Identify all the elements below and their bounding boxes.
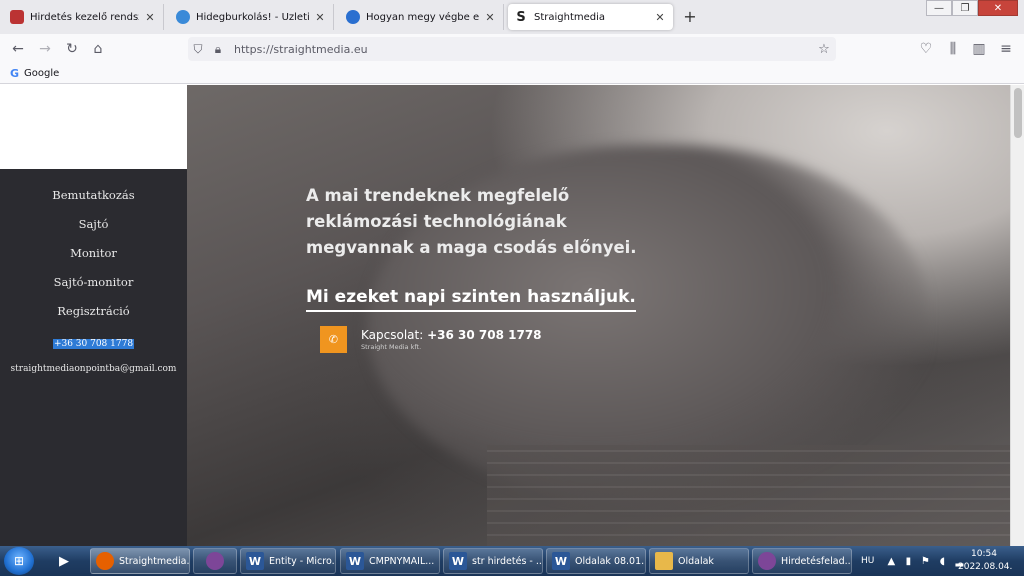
nav-item-sajto[interactable]: Sajtó — [0, 217, 187, 231]
shield-icon[interactable]: ⛉ — [188, 42, 208, 57]
google-icon: G — [10, 67, 20, 80]
word-icon: W — [246, 552, 264, 570]
system-clock[interactable]: 10:54 2022.08.04. — [958, 548, 1013, 574]
globe-favicon-icon — [176, 10, 190, 24]
folder-icon — [655, 552, 673, 570]
browser-tab[interactable]: Hirdetés kezelő rendszer webol ✕ — [4, 4, 164, 30]
browser-tab-active[interactable]: S Straightmedia ✕ — [508, 4, 673, 30]
forward-icon[interactable]: → — [35, 39, 55, 59]
hero-headline: A mai trendeknek megfelelő reklámozási t… — [306, 186, 637, 257]
sidebar-phone[interactable]: +36 30 708 1778 — [0, 335, 187, 349]
close-tab-icon[interactable]: ✕ — [653, 11, 667, 24]
nav-item-regisztracio[interactable]: Regisztráció — [0, 304, 187, 318]
web-page: Bemutatkozás Sajtó Monitor Sajtó-monitor… — [0, 85, 1024, 546]
sidebar-toggle-icon[interactable]: ▥ — [969, 39, 989, 59]
taskbar-item-firefox[interactable]: Straightmedia... — [90, 548, 190, 574]
nav-item-bemutatkozas[interactable]: Bemutatkozás — [0, 188, 187, 202]
hero-section: A mai trendeknek megfelelő reklámozási t… — [187, 85, 1010, 546]
contact-phone[interactable]: +36 30 708 1778 — [427, 328, 541, 342]
menu-icon[interactable]: ≡ — [996, 39, 1016, 59]
taskbar-item-word-str[interactable]: W str hirdetés - ... — [443, 548, 543, 574]
taskbar-item-tor[interactable] — [193, 548, 237, 574]
back-icon[interactable]: ← — [8, 39, 28, 59]
lock-icon[interactable]: 🔒︎ — [208, 42, 228, 57]
taskbar-item-word-cmpnymail[interactable]: W CMPNYMAIL... — [340, 548, 440, 574]
browser-tab-strip: Hirdetés kezelő rendszer webol ✕ Hidegbu… — [0, 0, 1024, 34]
taskbar-label: Oldalak — [678, 555, 714, 567]
maximize-icon[interactable]: ❐ — [952, 0, 978, 16]
firefox-icon — [96, 552, 114, 570]
url-text[interactable]: https://straightmedia.eu — [234, 43, 812, 56]
word-icon: W — [552, 552, 570, 570]
word-icon: W — [346, 552, 364, 570]
close-tab-icon[interactable]: ✕ — [143, 11, 157, 24]
tab-label: Hidegburkolás! - Üzleti hirdető — [196, 11, 309, 23]
taskbar-item-tor-hirdetes[interactable]: Hirdetésfelad... — [752, 548, 852, 574]
photo-favicon-icon — [10, 10, 24, 24]
navigation-toolbar: ← → ↻ ⌂ ⛉ 🔒︎ https://straightmedia.eu ☆ … — [0, 34, 1024, 64]
taskbar-label: str hirdetés - ... — [472, 555, 543, 567]
bookmarks-bar: G Google — [0, 64, 1024, 84]
tab-label: Hogyan megy végbe egy webol — [366, 11, 479, 23]
tab-label: Hirdetés kezelő rendszer webol — [30, 11, 139, 23]
word-icon: W — [449, 552, 467, 570]
nav-item-sajto-monitor[interactable]: Sajtó-monitor — [0, 275, 187, 289]
taskbar-item-folder[interactable]: Oldalak — [649, 548, 749, 574]
site-favicon-icon — [346, 10, 360, 24]
window-close-icon[interactable]: ✕ — [978, 0, 1018, 16]
taskbar-item-word-entity[interactable]: W Entity - Micro... — [240, 548, 336, 574]
address-bar[interactable]: ⛉ 🔒︎ https://straightmedia.eu ☆ — [188, 37, 836, 61]
contact-label: Kapcsolat: — [361, 328, 428, 342]
minimize-icon[interactable]: — — [926, 0, 952, 16]
taskbar-label: Hirdetésfelad... — [781, 555, 852, 567]
logo-area — [0, 85, 187, 169]
scrollbar-thumb[interactable] — [1014, 88, 1022, 138]
browser-tab[interactable]: Hogyan megy végbe egy webol ✕ — [340, 4, 504, 30]
device-icon[interactable]: ▮ — [901, 556, 915, 567]
page-scrollbar[interactable] — [1010, 85, 1024, 546]
language-indicator[interactable]: HU — [861, 556, 874, 566]
sidebar-email[interactable]: straightmediaonpointba@gmail.com — [0, 364, 187, 374]
s-favicon-icon: S — [516, 9, 526, 25]
start-button[interactable]: ⊞ — [4, 547, 34, 575]
volume-muted-icon[interactable]: ◖ — [935, 556, 949, 567]
close-tab-icon[interactable]: ✕ — [313, 11, 327, 24]
new-tab-button[interactable]: + — [680, 7, 700, 27]
close-tab-icon[interactable]: ✕ — [483, 11, 497, 24]
tab-label: Straightmedia — [534, 11, 606, 23]
contact-line: Kapcsolat: +36 30 708 1778 — [361, 328, 542, 342]
window-controls: — ❐ ✕ — [926, 0, 1018, 16]
library-icon[interactable]: ⫼ — [943, 39, 963, 59]
media-player-icon[interactable]: ▶ — [46, 548, 82, 574]
sidebar-nav: Bemutatkozás Sajtó Monitor Sajtó-monitor… — [0, 169, 187, 546]
home-icon[interactable]: ⌂ — [88, 39, 108, 59]
pocket-icon[interactable]: ♡ — [916, 39, 936, 59]
taskbar-label: Straightmedia... — [119, 555, 190, 567]
clock-date: 2022.08.04. — [958, 562, 1013, 572]
phone-icon[interactable]: ✆ — [320, 326, 347, 353]
contact-company: Straight Media kft. — [361, 343, 422, 351]
taskbar-label: Oldalak 08.01.... — [575, 555, 646, 567]
taskbar-label: CMPNYMAIL... — [369, 555, 435, 567]
show-hidden-icons-icon[interactable]: ▲ — [884, 556, 898, 567]
tor-icon — [758, 552, 776, 570]
phone-link[interactable]: +36 30 708 1778 — [52, 339, 135, 349]
bookmark-google[interactable]: Google — [24, 68, 59, 79]
taskbar-label: Entity - Micro... — [269, 555, 336, 567]
bookmark-star-icon[interactable]: ☆ — [812, 42, 836, 57]
contact-block: ✆ Kapcsolat: +36 30 708 1778 Straight Me… — [320, 326, 542, 353]
reload-icon[interactable]: ↻ — [62, 39, 82, 59]
browser-tab[interactable]: Hidegburkolás! - Üzleti hirdető ✕ — [170, 4, 334, 30]
flag-icon[interactable]: ⚑ — [918, 556, 932, 567]
nav-item-monitor[interactable]: Monitor — [0, 246, 187, 260]
tor-icon — [206, 552, 224, 570]
keyboard-background — [487, 445, 1010, 546]
taskbar-item-word-oldalak[interactable]: W Oldalak 08.01.... — [546, 548, 646, 574]
clock-time: 10:54 — [971, 549, 997, 559]
windows-taskbar: ⊞ ▶ Straightmedia... W Entity - Micro...… — [0, 546, 1024, 576]
hero-subline: Mi ezeket napi szinten használjuk. — [306, 287, 636, 312]
